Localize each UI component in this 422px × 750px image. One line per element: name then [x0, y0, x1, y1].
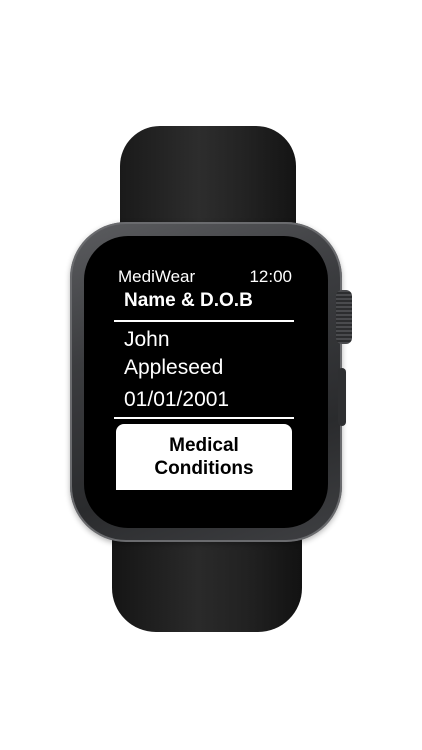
watch-mockup: MediWear 12:00 Name & D.O.B John Applese…	[0, 0, 422, 750]
medical-conditions-button[interactable]: Medical Conditions	[116, 424, 292, 490]
side-button[interactable]	[338, 368, 346, 426]
digital-crown[interactable]	[336, 290, 352, 344]
patient-last-name: Appleseed	[124, 356, 224, 379]
divider-top	[114, 320, 294, 322]
section-title: Name & D.O.B	[124, 290, 253, 311]
status-bar: MediWear 12:00	[116, 266, 294, 288]
medical-conditions-label-line1: Medical	[169, 435, 239, 456]
watch-screen: MediWear 12:00 Name & D.O.B John Applese…	[112, 262, 298, 490]
clock: 12:00	[249, 267, 292, 286]
medical-conditions-label-line2: Conditions	[154, 458, 254, 479]
divider-bottom	[114, 417, 294, 419]
app-name: MediWear	[118, 267, 196, 286]
patient-first-name: John	[124, 328, 170, 351]
patient-dob: 01/01/2001	[124, 388, 230, 411]
